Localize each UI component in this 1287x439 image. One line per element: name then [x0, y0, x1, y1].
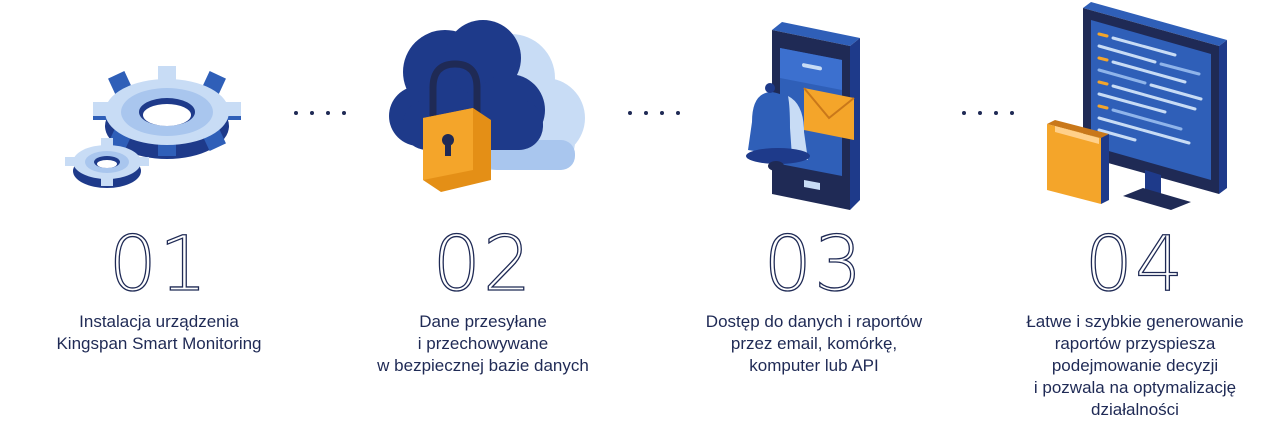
- step-number: 01: [108, 219, 210, 308]
- step-description-line: Dane przesyłane: [419, 312, 547, 331]
- cloud-lock-icon: [389, 20, 585, 192]
- step-number: 02: [432, 219, 534, 308]
- gears-icon: [65, 66, 241, 188]
- step-description-line: i przechowywane: [417, 334, 549, 353]
- computer-report-icon: [1047, 2, 1227, 210]
- step-description-line: Łatwe i szybkie generowanie: [1026, 312, 1244, 331]
- step-description: Łatwe i szybkie generowanie raportów prz…: [985, 311, 1285, 421]
- step-description: Dostęp do danych i raportów przez email,…: [664, 311, 964, 377]
- step-description-line: działalności: [1091, 400, 1179, 419]
- step-number: 04: [1084, 219, 1186, 308]
- phone-notification-icon: [746, 22, 860, 210]
- step-description-line: i pozwala na optymalizację: [1033, 378, 1237, 397]
- step-description-line: Kingspan Smart Monitoring: [56, 334, 262, 353]
- step-description: Dane przesyłane i przechowywane w bezpie…: [333, 311, 633, 377]
- step-description-line: przez email, komórkę,: [730, 334, 898, 353]
- step-number: 03: [763, 219, 865, 308]
- step-description-line: w bezpiecznej bazie danych: [377, 356, 589, 375]
- step-description-line: podejmowanie decyzji: [1051, 356, 1219, 375]
- step-description: Instalacja urządzenia Kingspan Smart Mon…: [9, 311, 309, 355]
- step-description-line: komputer lub API: [749, 356, 879, 375]
- step-description-line: Dostęp do danych i raportów: [705, 312, 923, 331]
- step-description-line: Instalacja urządzenia: [79, 312, 239, 331]
- step-description-line: raportów przyspiesza: [1054, 334, 1216, 353]
